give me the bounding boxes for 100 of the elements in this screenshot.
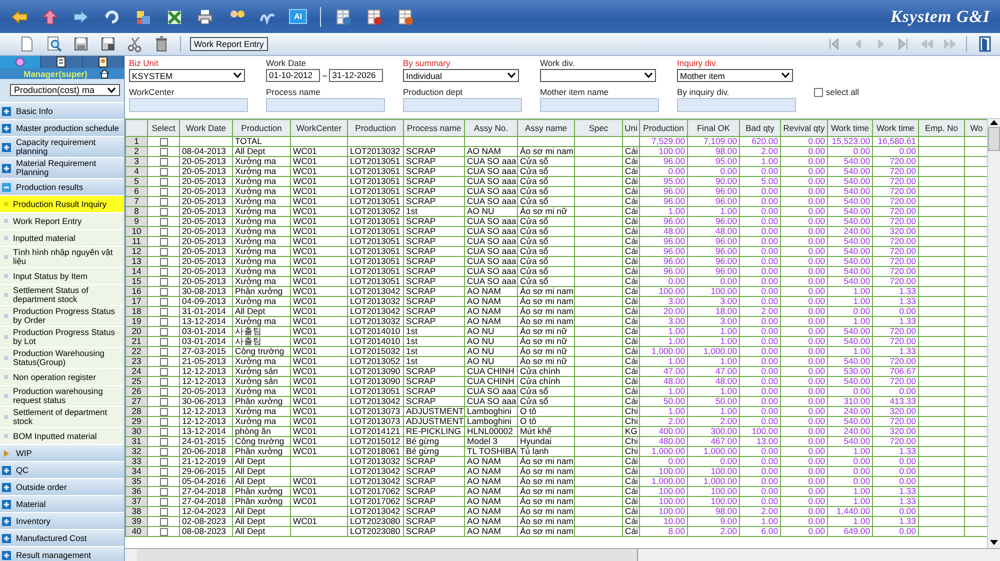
row-checkbox[interactable] [160, 358, 168, 366]
vertical-scrollbar[interactable] [987, 119, 1000, 548]
row-checkbox[interactable] [160, 298, 168, 306]
table-refresh-icon[interactable] [396, 8, 414, 26]
delete-row-icon[interactable] [365, 8, 383, 26]
column-header[interactable]: Final OK [688, 120, 740, 136]
row-checkbox[interactable] [160, 248, 168, 256]
column-header[interactable]: Work Date [180, 120, 232, 136]
back-arrow-icon[interactable] [10, 8, 28, 26]
row-checkbox[interactable] [160, 428, 168, 436]
menu-module[interactable]: Outside order [0, 479, 124, 496]
date-field[interactable]: 31-12-2026 [329, 69, 384, 82]
cut-icon[interactable] [126, 35, 144, 53]
column-header[interactable]: Process name [404, 120, 464, 136]
menu-item[interactable]: Production Progress Status by Lot [0, 327, 124, 348]
row-checkbox[interactable] [160, 158, 168, 166]
row-checkbox[interactable] [160, 508, 168, 516]
menu-item[interactable]: Settlement of department stock [0, 407, 124, 428]
row-checkbox[interactable] [160, 278, 168, 286]
column-header[interactable]: Production [232, 120, 290, 136]
row-checkbox[interactable] [160, 478, 168, 486]
row-checkbox[interactable] [160, 318, 168, 326]
save-icon[interactable] [72, 35, 90, 53]
row-checkbox[interactable] [160, 228, 168, 236]
menu-module[interactable]: Inventory [0, 513, 124, 530]
menu-item[interactable]: Production Rusult Inquiry [0, 196, 124, 213]
menu-module[interactable]: Material Requirement Planning [0, 158, 124, 179]
row-checkbox[interactable] [160, 238, 168, 246]
input-field[interactable] [129, 98, 248, 112]
row-checkbox[interactable] [160, 198, 168, 206]
menu-item[interactable]: Production Warehousing Status(Group) [0, 348, 124, 369]
row-checkbox[interactable] [160, 338, 168, 346]
scroll-down-icon[interactable] [990, 540, 998, 546]
input-field[interactable] [677, 98, 796, 112]
row-checkbox[interactable] [160, 208, 168, 216]
row-checkbox[interactable] [160, 138, 168, 146]
column-header[interactable]: Work time [828, 120, 872, 136]
column-header[interactable]: Wo [964, 120, 987, 136]
scroll-thumb[interactable] [988, 127, 1000, 151]
row-checkbox[interactable] [160, 408, 168, 416]
menu-module[interactable]: Material [0, 496, 124, 513]
row-checkbox[interactable] [160, 498, 168, 506]
column-header[interactable]: Select [148, 120, 180, 136]
menu-module[interactable]: Capacity requirement planning [0, 137, 124, 158]
dropdown-field[interactable]: Mother item [677, 69, 793, 82]
row-checkbox[interactable] [160, 348, 168, 356]
dropdown-field[interactable]: KSYSTEM [129, 69, 245, 82]
menu-item[interactable]: Input Status by Item [0, 268, 124, 285]
row-checkbox[interactable] [160, 308, 168, 316]
dropdown-field[interactable]: Individual [403, 69, 519, 82]
row-checkbox[interactable] [160, 388, 168, 396]
menu-item[interactable]: BOM Inputted material [0, 428, 124, 445]
menu-module[interactable]: Result management [0, 547, 124, 561]
sidebar-tab[interactable] [41, 56, 83, 68]
menu-item[interactable]: Production Progress Status by Order [0, 306, 124, 327]
row-checkbox[interactable] [160, 148, 168, 156]
horizontal-scrollbar[interactable] [125, 548, 1000, 561]
up-arrow-icon[interactable] [41, 8, 59, 26]
column-header[interactable]: Production [348, 120, 404, 136]
row-checkbox[interactable] [160, 168, 168, 176]
column-header[interactable]: Work time [872, 120, 918, 136]
module-select[interactable]: Production(cost) ma [10, 84, 120, 96]
input-field[interactable] [540, 98, 659, 112]
column-header[interactable]: WorkCenter [290, 120, 348, 136]
sidebar-tab[interactable] [82, 56, 124, 68]
menu-module[interactable]: Basic Info [0, 103, 124, 120]
column-header[interactable]: Assy No. [464, 120, 518, 136]
menu-item[interactable]: Inputted material [0, 230, 124, 247]
row-checkbox[interactable] [160, 418, 168, 426]
row-checkbox[interactable] [160, 438, 168, 446]
column-header[interactable]: Bad qty [740, 120, 780, 136]
menu-item[interactable]: Work Report Entry [0, 213, 124, 230]
row-checkbox[interactable] [160, 448, 168, 456]
menu-module[interactable]: Master production schedule [0, 120, 124, 137]
row-checkbox[interactable] [160, 288, 168, 296]
row-checkbox[interactable] [160, 468, 168, 476]
row-checkbox[interactable] [160, 268, 168, 276]
menu-item[interactable]: Tình hình nhập nguyên vật liệu [0, 247, 124, 268]
row-checkbox[interactable] [160, 218, 168, 226]
menu-module[interactable]: WIP [0, 445, 124, 462]
row-checkbox[interactable] [160, 398, 168, 406]
row-checkbox[interactable] [160, 328, 168, 336]
column-header[interactable]: Assy name [518, 120, 574, 136]
input-field[interactable] [266, 98, 385, 112]
input-field[interactable] [403, 98, 522, 112]
save-as-icon[interactable] [99, 35, 117, 53]
row-checkbox[interactable] [160, 368, 168, 376]
forward-arrow-icon[interactable] [72, 8, 90, 26]
menu-item[interactable]: Non operation register [0, 369, 124, 386]
search-icon[interactable] [45, 35, 63, 53]
row-checkbox[interactable] [160, 178, 168, 186]
column-header[interactable]: Uni [622, 120, 640, 136]
row-checkbox[interactable] [160, 188, 168, 196]
home-icon[interactable] [99, 68, 110, 79]
refresh-icon[interactable] [103, 8, 121, 26]
date-field[interactable]: 01-10-2012 [266, 69, 320, 82]
menu-module[interactable]: Manufactured Cost [0, 530, 124, 547]
row-checkbox[interactable] [160, 488, 168, 496]
column-header[interactable]: Spec [574, 120, 622, 136]
column-header[interactable]: Emp. No [918, 120, 964, 136]
